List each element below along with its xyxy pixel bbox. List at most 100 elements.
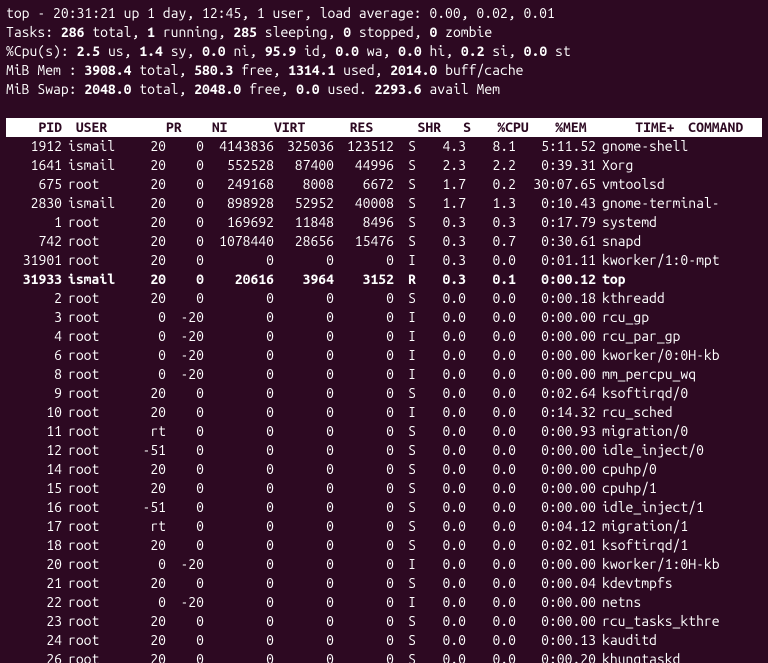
process-row[interactable]: 31901root200000I0.30.00:01.11kworker/1:0…	[6, 251, 762, 270]
process-row[interactable]: 23root200000S0.00.00:00.00rcu_tasks_kthr…	[6, 612, 762, 631]
column-header-row[interactable]: PID USER PR NI VIRT RES SHR S %CPU %MEM …	[6, 118, 762, 137]
cell-shr: 0	[334, 403, 394, 422]
process-row[interactable]: 12root-510000S0.00.00:00.00idle_inject/0	[6, 441, 762, 460]
cell-res: 0	[274, 593, 334, 612]
process-row[interactable]: 10root200000I0.00.00:14.32rcu_sched	[6, 403, 762, 422]
col-shr[interactable]: SHR	[381, 118, 441, 137]
cell-cmd: kworker/1:0-mpt	[596, 251, 720, 270]
cell-ni: 0	[166, 631, 204, 650]
cell-shr: 0	[334, 384, 394, 403]
cell-user: root	[62, 460, 128, 479]
process-row[interactable]: 675root20024916880086672S1.70.230:07.65v…	[6, 175, 762, 194]
cell-pid: 31901	[6, 251, 62, 270]
cell-cmd: migration/1	[596, 517, 688, 536]
cell-cpu: 0.0	[416, 650, 466, 663]
cell-cpu: 0.0	[416, 631, 466, 650]
cell-user: ismail	[62, 270, 128, 289]
cell-ni: -20	[166, 327, 204, 346]
cell-mem: 8.1	[466, 137, 516, 156]
cell-res: 325036	[274, 137, 334, 156]
cell-pr: 20	[128, 175, 166, 194]
col-user[interactable]: USER	[70, 118, 136, 137]
process-row[interactable]: 1641ismail2005525288740044996S2.32.20:39…	[6, 156, 762, 175]
col-cpu[interactable]: %CPU	[479, 118, 529, 137]
process-row[interactable]: 3root0-20000I0.00.00:00.00rcu_gp	[6, 308, 762, 327]
cell-time: 0:00.20	[516, 650, 596, 663]
cell-virt: 0	[204, 593, 274, 612]
cell-pr: 20	[128, 536, 166, 555]
process-row[interactable]: 17rootrt0000S0.00.00:04.12migration/1	[6, 517, 762, 536]
col-pr[interactable]: PR	[144, 118, 182, 137]
cell-res: 0	[274, 308, 334, 327]
col-pid[interactable]: PID	[6, 118, 62, 137]
cell-s: I	[394, 365, 416, 384]
cell-pid: 2830	[6, 194, 62, 213]
cell-s: I	[394, 346, 416, 365]
cell-shr: 0	[334, 631, 394, 650]
process-row[interactable]: 1912ismail2004143836325036123512S4.38.15…	[6, 137, 762, 156]
cell-ni: 0	[166, 517, 204, 536]
cell-user: root	[62, 422, 128, 441]
cell-cmd: top	[596, 270, 626, 289]
process-row[interactable]: 18root200000S0.00.00:02.01ksoftirqd/1	[6, 536, 762, 555]
cell-s: I	[394, 593, 416, 612]
col-res[interactable]: RES	[313, 118, 373, 137]
process-row[interactable]: 4root0-20000I0.00.00:00.00rcu_par_gp	[6, 327, 762, 346]
process-row[interactable]: 15root200000S0.00.00:00.00cpuhp/1	[6, 479, 762, 498]
process-row[interactable]: 11rootrt0000S0.00.00:00.93migration/0	[6, 422, 762, 441]
process-row[interactable]: 14root200000S0.00.00:00.00cpuhp/0	[6, 460, 762, 479]
cell-mem: 0.0	[466, 251, 516, 270]
cell-virt: 0	[204, 327, 274, 346]
cell-time: 0:01.11	[516, 251, 596, 270]
cell-virt: 552528	[204, 156, 274, 175]
cell-shr: 0	[334, 365, 394, 384]
cell-user: ismail	[62, 156, 128, 175]
cell-cpu: 2.3	[416, 156, 466, 175]
cell-time: 0:17.79	[516, 213, 596, 232]
process-row[interactable]: 9root200000S0.00.00:02.64ksoftirqd/0	[6, 384, 762, 403]
process-row[interactable]: 22root0-20000I0.00.00:00.00netns	[6, 593, 762, 612]
cell-pid: 2	[6, 289, 62, 308]
cell-mem: 2.2	[466, 156, 516, 175]
process-row[interactable]: 20root0-20000I0.00.00:00.00kworker/1:0H-…	[6, 555, 762, 574]
cell-time: 0:00.00	[516, 327, 596, 346]
cell-pr: rt	[128, 517, 166, 536]
cell-ni: 0	[166, 403, 204, 422]
cell-cmd: kauditd	[596, 631, 657, 650]
cell-virt: 0	[204, 384, 274, 403]
cell-shr: 0	[334, 460, 394, 479]
col-time[interactable]: TIME+	[594, 118, 674, 137]
cell-virt: 0	[204, 612, 274, 631]
process-row[interactable]: 1root200169692118488496S0.30.30:17.79sys…	[6, 213, 762, 232]
cell-cpu: 0.3	[416, 232, 466, 251]
process-row[interactable]: 16root-510000S0.00.00:00.00idle_inject/1	[6, 498, 762, 517]
process-row[interactable]: 2root200000S0.00.00:00.18kthreadd	[6, 289, 762, 308]
col-ni[interactable]: NI	[190, 118, 228, 137]
cell-ni: 0	[166, 479, 204, 498]
process-row[interactable]: 26root200000S0.00.00:00.20khungtaskd	[6, 650, 762, 663]
cell-user: root	[62, 612, 128, 631]
cell-time: 0:39.31	[516, 156, 596, 175]
cell-pr: -51	[128, 441, 166, 460]
cell-pid: 6	[6, 346, 62, 365]
process-row[interactable]: 2830ismail2008989285295240008S1.71.30:10…	[6, 194, 762, 213]
cell-virt: 0	[204, 536, 274, 555]
col-mem[interactable]: %MEM	[537, 118, 587, 137]
process-row[interactable]: 24root200000S0.00.00:00.13kauditd	[6, 631, 762, 650]
process-row[interactable]: 742root20010784402865615476S0.30.70:30.6…	[6, 232, 762, 251]
cell-time: 0:30.61	[516, 232, 596, 251]
process-row[interactable]: 31933ismail2002061639643152R0.30.10:00.1…	[6, 270, 762, 289]
cell-cpu: 0.0	[416, 365, 466, 384]
col-virt[interactable]: VIRT	[235, 118, 305, 137]
col-cmd[interactable]: COMMAND	[682, 118, 743, 137]
terminal-output[interactable]: top - 20:31:21 up 1 day, 12:45, 1 user, …	[0, 0, 768, 663]
process-row[interactable]: 6root0-20000I0.00.00:00.00kworker/0:0H-k…	[6, 346, 762, 365]
cell-mem: 0.0	[466, 441, 516, 460]
cell-res: 3964	[274, 270, 334, 289]
process-row[interactable]: 8root0-20000I0.00.00:00.00mm_percpu_wq	[6, 365, 762, 384]
cell-time: 0:00.04	[516, 574, 596, 593]
process-row[interactable]: 21root200000S0.00.00:00.04kdevtmpfs	[6, 574, 762, 593]
cell-ni: 0	[166, 536, 204, 555]
cell-s: S	[394, 517, 416, 536]
col-s[interactable]: S	[449, 118, 471, 137]
